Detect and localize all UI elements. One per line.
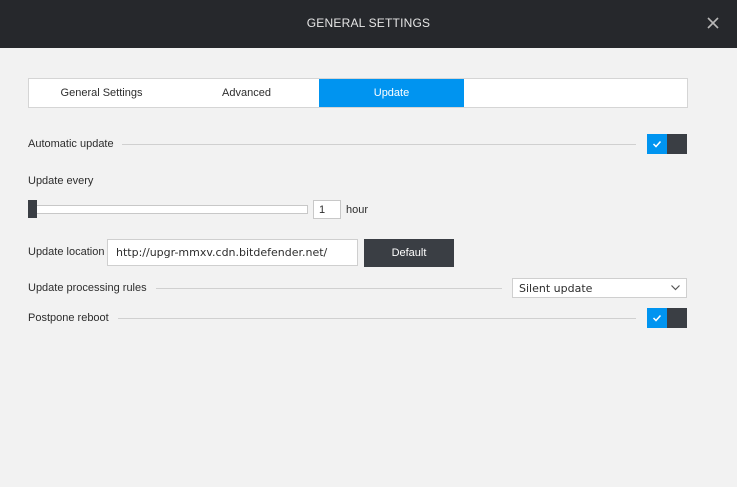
checkmark-icon	[652, 140, 662, 148]
checkmark-icon	[652, 314, 662, 322]
close-icon	[707, 17, 719, 29]
default-button[interactable]: Default	[364, 239, 454, 267]
close-button[interactable]	[705, 15, 721, 31]
update-every-label: Update every	[28, 175, 94, 187]
tab-general-settings[interactable]: General Settings	[29, 79, 174, 107]
postpone-reboot-label: Postpone reboot	[28, 312, 109, 324]
tab-bar: General Settings Advanced Update	[28, 78, 688, 108]
tab-update[interactable]: Update	[319, 79, 464, 107]
processing-rules-selected: Silent update	[519, 282, 593, 295]
update-processing-rules-label: Update processing rules	[28, 282, 147, 294]
divider	[156, 288, 502, 289]
automatic-update-toggle[interactable]	[647, 134, 687, 154]
processing-rules-dropdown[interactable]: Silent update	[512, 278, 687, 298]
update-interval-slider[interactable]	[28, 200, 308, 218]
postpone-reboot-toggle[interactable]	[647, 308, 687, 328]
update-location-label: Update location	[28, 246, 105, 258]
divider	[122, 144, 636, 145]
update-interval-input[interactable]	[313, 200, 341, 219]
divider	[118, 318, 636, 319]
window-title: GENERAL SETTINGS	[306, 16, 431, 30]
toggle-off-segment	[667, 134, 687, 154]
slider-track	[28, 205, 308, 214]
hour-unit-label: hour	[346, 204, 369, 216]
toggle-on-segment	[647, 134, 667, 154]
chevron-down-icon	[671, 285, 680, 291]
automatic-update-label: Automatic update	[28, 138, 114, 150]
tab-advanced[interactable]: Advanced	[174, 79, 319, 107]
update-location-input[interactable]	[107, 239, 358, 266]
toggle-on-segment	[647, 308, 667, 328]
title-bar: GENERAL SETTINGS	[0, 0, 737, 48]
slider-handle[interactable]	[28, 200, 37, 218]
toggle-off-segment	[667, 308, 687, 328]
